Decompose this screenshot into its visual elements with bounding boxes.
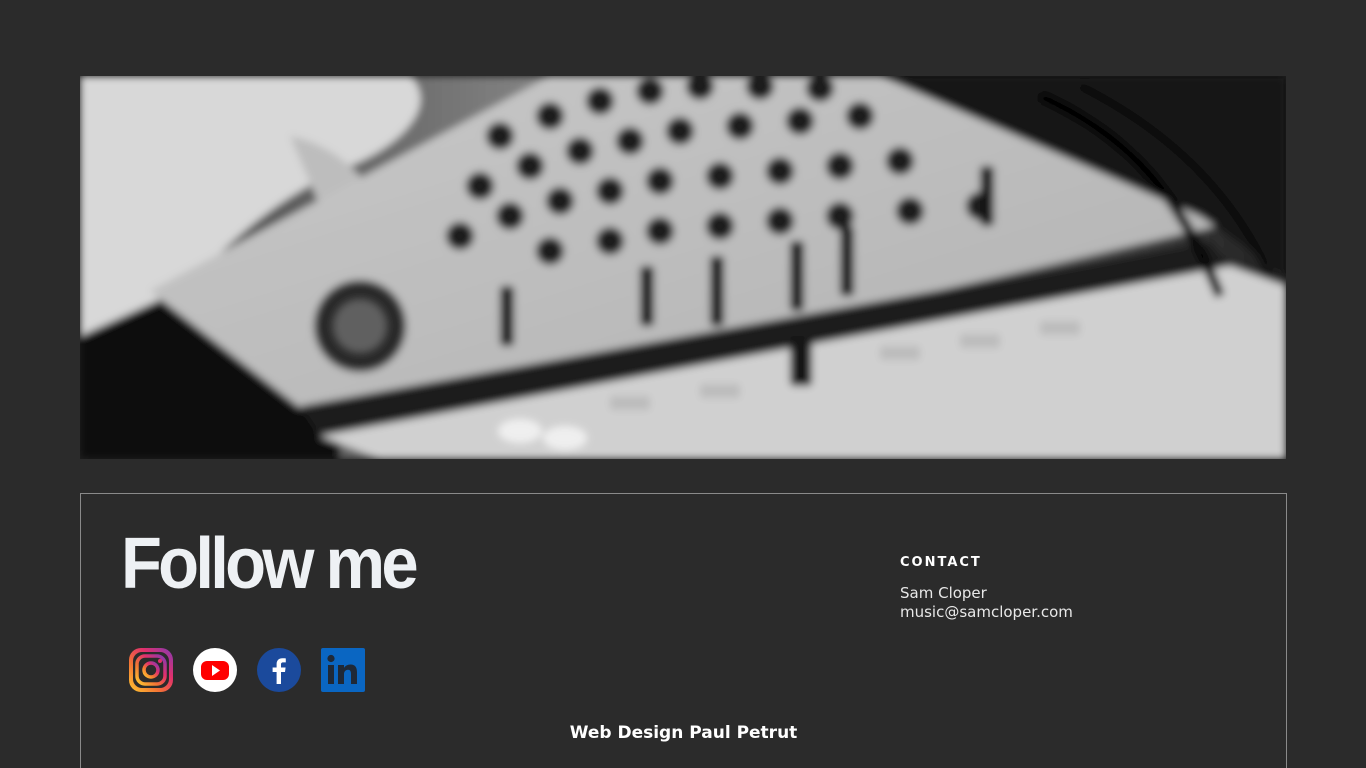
- contact-heading: CONTACT: [900, 555, 982, 570]
- contact-block: CONTACT Sam Cloper music@samcloper.com: [900, 555, 1073, 622]
- social-links: [128, 647, 366, 693]
- linkedin-link[interactable]: [320, 647, 366, 693]
- youtube-icon: [193, 648, 237, 692]
- footer: Follow me CONTACT Sam Cloper music@samcl…: [80, 493, 1287, 768]
- instagram-link[interactable]: [128, 647, 174, 693]
- hero-image: [80, 76, 1286, 459]
- page: Follow me CONTACT Sam Cloper music@samcl…: [0, 0, 1366, 768]
- instagram-icon: [129, 648, 173, 692]
- follow-title: Follow me: [121, 524, 419, 604]
- facebook-link[interactable]: [256, 647, 302, 693]
- facebook-icon: [257, 648, 301, 692]
- youtube-link[interactable]: [192, 647, 238, 693]
- linkedin-icon: [321, 648, 365, 692]
- contact-name: Sam Cloper: [900, 584, 987, 602]
- web-design-credit: Web Design Paul Petrut: [569, 723, 798, 743]
- contact-email[interactable]: music@samcloper.com: [900, 603, 1073, 622]
